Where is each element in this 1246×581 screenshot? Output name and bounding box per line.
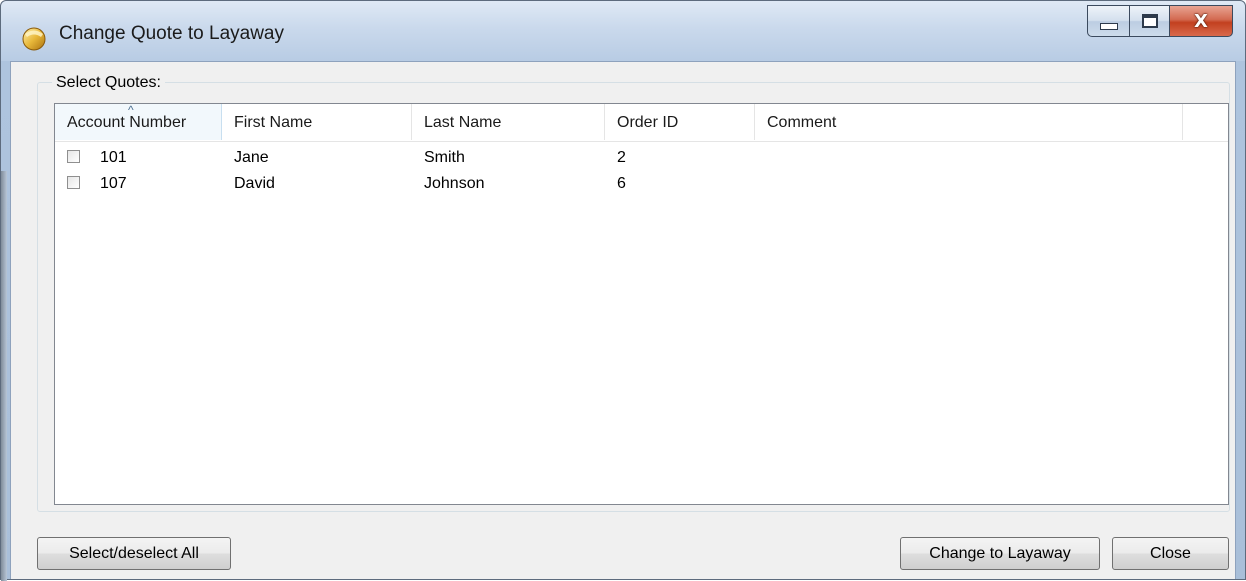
- last-name-cell: Smith: [424, 149, 465, 166]
- window-edge: [1, 171, 7, 581]
- column-label: First Name: [234, 114, 313, 131]
- row-checkbox[interactable]: [67, 150, 80, 163]
- maximize-icon: [1141, 14, 1158, 28]
- column-header-order-id[interactable]: Order ID: [605, 104, 755, 140]
- column-header-last-name[interactable]: Last Name: [412, 104, 605, 140]
- window-title: Change Quote to Layaway: [59, 23, 284, 44]
- column-header-first-name[interactable]: First Name: [222, 104, 412, 140]
- order-id-cell: 2: [617, 149, 626, 166]
- account-number-cell: 101: [100, 149, 127, 166]
- close-button[interactable]: Close: [1112, 537, 1229, 570]
- list-item[interactable]: 101 Jane Smith 2: [55, 146, 1228, 172]
- first-name-cell: David: [234, 175, 275, 192]
- caption-buttons: X: [1087, 5, 1233, 37]
- list-header: ^ Account Number First Name Last Name Or…: [55, 104, 1228, 142]
- close-icon: X: [1194, 10, 1208, 32]
- select-deselect-all-button[interactable]: Select/deselect All: [37, 537, 231, 570]
- column-header-comment[interactable]: Comment: [755, 104, 1183, 140]
- column-label: Last Name: [424, 114, 502, 131]
- column-header-filler: [1183, 104, 1228, 140]
- account-number-cell: 107: [100, 175, 127, 192]
- title-bar[interactable]: Change Quote to Layaway X: [1, 1, 1245, 61]
- column-label: Comment: [767, 114, 837, 131]
- close-window-button[interactable]: X: [1169, 5, 1233, 37]
- quotes-list[interactable]: ^ Account Number First Name Last Name Or…: [54, 103, 1229, 505]
- change-to-layaway-button[interactable]: Change to Layaway: [900, 537, 1100, 570]
- column-label: Account Number: [67, 114, 187, 131]
- last-name-cell: Johnson: [424, 175, 485, 192]
- minimize-icon: [1099, 22, 1118, 30]
- dialog-window: Change Quote to Layaway X Select Quotes:…: [0, 0, 1246, 581]
- dialog-client-area: Select Quotes: ^ Account Number First Na…: [10, 61, 1236, 579]
- sort-ascending-icon: ^: [128, 103, 134, 117]
- column-label: Order ID: [617, 114, 679, 131]
- minimize-button[interactable]: [1087, 5, 1129, 37]
- row-checkbox[interactable]: [67, 176, 80, 189]
- list-item[interactable]: 107 David Johnson 6: [55, 172, 1228, 198]
- first-name-cell: Jane: [234, 149, 269, 166]
- maximize-button[interactable]: [1129, 5, 1169, 37]
- order-id-cell: 6: [617, 175, 626, 192]
- app-icon: [22, 27, 46, 51]
- column-header-account-number[interactable]: ^ Account Number: [55, 104, 222, 140]
- group-label: Select Quotes:: [52, 74, 165, 92]
